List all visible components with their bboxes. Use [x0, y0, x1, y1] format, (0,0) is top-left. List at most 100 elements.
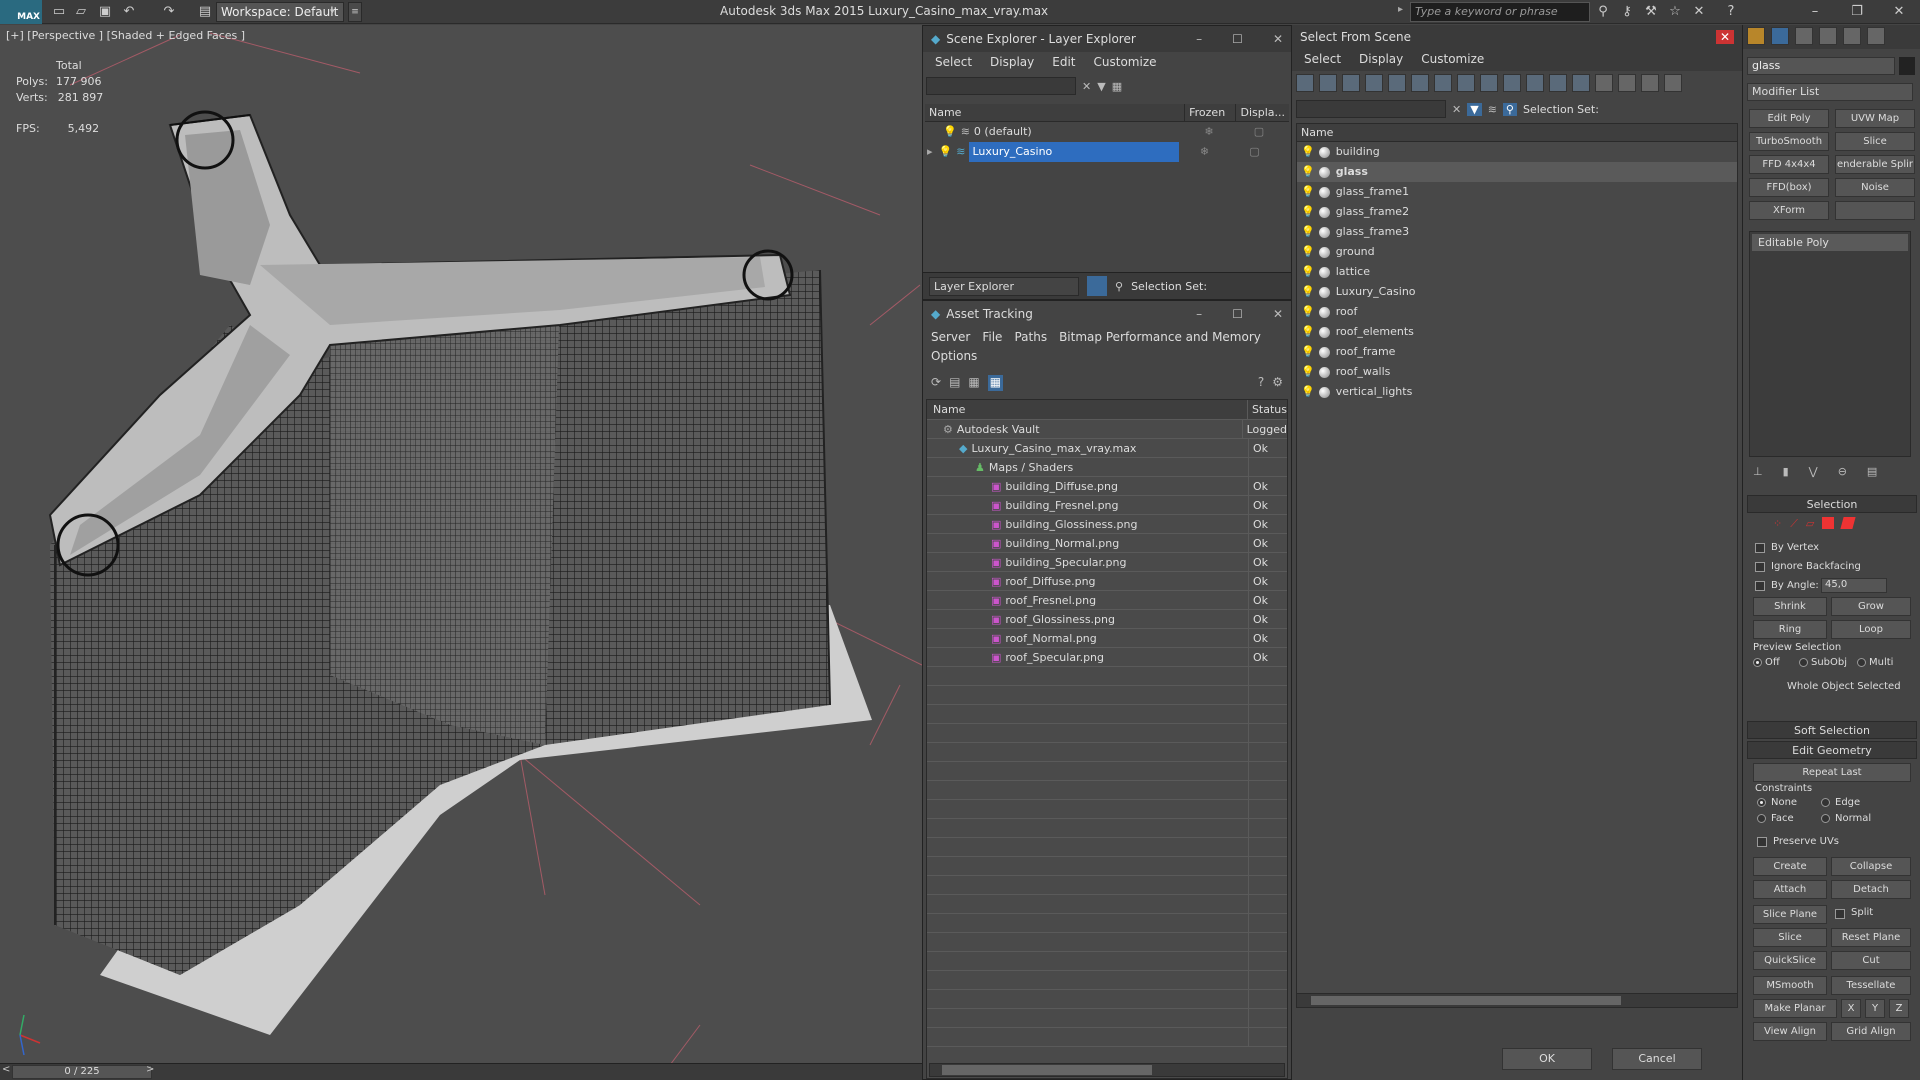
configure-sets-icon[interactable]: ▤ [1867, 465, 1877, 478]
search-input[interactable]: Type a keyword or phrase [1410, 2, 1590, 22]
menu-select[interactable]: Select [1304, 52, 1341, 68]
show-end-result-icon[interactable]: ▮ [1783, 465, 1789, 478]
display-helpers-icon[interactable] [1388, 74, 1406, 92]
hierarchy-icon[interactable]: ⚲ [1115, 280, 1123, 293]
motion-tab-icon[interactable] [1819, 27, 1837, 45]
asset-row[interactable]: ▣ building_Diffuse.png Ok [927, 477, 1287, 496]
menu-customize[interactable]: Customize [1094, 55, 1157, 71]
asset-row[interactable]: ▣ roof_Diffuse.png Ok [927, 572, 1287, 591]
make-unique-icon[interactable]: ⋁ [1809, 465, 1818, 478]
clear-search-icon[interactable]: ✕ [1452, 103, 1461, 116]
save-icon[interactable]: ▣ [96, 3, 114, 21]
border-icon[interactable]: ▱ [1806, 517, 1814, 531]
freeze-icon[interactable]: ❄ [1184, 122, 1234, 142]
modifier-set-button[interactable]: FFD(box) [1749, 178, 1829, 197]
object-row[interactable]: 💡 Luxury_Casino [1297, 282, 1737, 302]
app-logo-button[interactable]: MAX [0, 0, 42, 24]
quickslice-button[interactable]: QuickSlice [1753, 951, 1827, 970]
scene-explorer-search-input[interactable] [926, 77, 1076, 95]
subscription-icon[interactable]: ⚒ [1642, 3, 1660, 21]
explorer-type-dropdown[interactable]: Layer Explorer [929, 276, 1079, 296]
menu-select[interactable]: Select [935, 55, 972, 71]
column-header-name[interactable]: Name [927, 400, 1248, 419]
filter-icon[interactable]: ▼ [1097, 80, 1105, 93]
modify-tab-icon[interactable] [1771, 27, 1789, 45]
scene-explorer-titlebar[interactable]: ◆ Scene Explorer - Layer Explorer – ☐ ✕ [923, 26, 1291, 52]
display-xrefs-icon[interactable] [1457, 74, 1475, 92]
make-planar-button[interactable]: Make Planar [1753, 999, 1837, 1018]
by-angle-checkbox[interactable] [1755, 581, 1765, 591]
lightbulb-icon[interactable]: 💡 [939, 142, 953, 162]
object-row[interactable]: 💡 roof_frame [1297, 342, 1737, 362]
open-icon[interactable]: ▱ [72, 3, 90, 21]
reset-plane-button[interactable]: Reset Plane [1831, 928, 1911, 947]
maximize-icon[interactable]: ☐ [1232, 307, 1243, 321]
display-warps-icon[interactable] [1411, 74, 1429, 92]
menu-options[interactable]: Options [931, 349, 977, 371]
workspace-dropdown[interactable]: Workspace: Default [216, 2, 344, 22]
ring-button[interactable]: Ring [1753, 620, 1827, 639]
collapse-button[interactable]: Collapse [1831, 857, 1911, 876]
settings-icon[interactable]: ⚙ [1272, 375, 1283, 391]
display-lights-icon[interactable] [1342, 74, 1360, 92]
object-row[interactable]: 💡 vertical_lights [1297, 382, 1737, 402]
menu-edit[interactable]: Edit [1052, 55, 1075, 71]
asset-row[interactable]: ▣ building_Specular.png Ok [927, 553, 1287, 572]
asset-row[interactable]: ⚙ Autodesk Vault Logged [927, 420, 1287, 439]
project-icon[interactable]: ▤ [196, 3, 214, 21]
column-header-display[interactable]: Displa... [1236, 104, 1289, 121]
column-header-name[interactable]: Name [925, 104, 1186, 121]
close-button[interactable]: ✕ [1878, 0, 1920, 24]
menu-server[interactable]: Server [931, 330, 970, 346]
object-name-field[interactable]: glass [1747, 57, 1895, 75]
key-icon[interactable]: ⚷ [1618, 3, 1636, 21]
clear-search-icon[interactable]: ✕ [1082, 80, 1091, 93]
expand-arrow-icon[interactable]: ▸ [927, 142, 933, 162]
angle-spinner-input[interactable]: 45,0 [1821, 578, 1887, 593]
filter-toggle-icon[interactable]: ▼ [1467, 102, 1482, 116]
loop-button[interactable]: Loop [1831, 620, 1911, 639]
layer-row-selected[interactable]: ▸ 💡 ≋ Luxury_Casino ❄ ▢ [923, 142, 1291, 162]
table-view-icon[interactable]: ▦ [987, 375, 1004, 391]
modifier-set-button[interactable]: enderable Splir [1835, 155, 1915, 174]
menu-display[interactable]: Display [990, 55, 1034, 71]
object-row[interactable]: 💡 glass_frame1 [1297, 182, 1737, 202]
object-row[interactable]: 💡 roof_elements [1297, 322, 1737, 342]
grid-align-button[interactable]: Grid Align [1831, 1022, 1911, 1041]
modifier-set-button[interactable]: TurboSmooth [1749, 132, 1829, 151]
edit-geometry-rollout-title[interactable]: Edit Geometry [1747, 741, 1917, 759]
selection-rollout-title[interactable]: Selection [1747, 495, 1917, 513]
hierarchy-icon[interactable]: ⚲ [1502, 102, 1517, 116]
display-containers-icon[interactable] [1503, 74, 1521, 92]
remove-modifier-icon[interactable]: ⊖ [1838, 465, 1847, 478]
object-row[interactable]: 💡 ground [1297, 242, 1737, 262]
layer-add-icon[interactable]: ▦ [1112, 80, 1122, 93]
maximize-icon[interactable]: ☐ [1232, 32, 1243, 46]
object-row[interactable]: 💡 roof_walls [1297, 362, 1737, 382]
split-checkbox[interactable] [1835, 909, 1845, 919]
modifier-set-button[interactable] [1835, 201, 1915, 220]
layer-row[interactable]: 💡 ≋ 0 (default) ❄ ▢ [923, 122, 1291, 142]
binoculars-icon[interactable]: ⚲ [1594, 3, 1612, 21]
help-icon[interactable]: ? [1722, 3, 1740, 21]
display-cameras-icon[interactable] [1365, 74, 1383, 92]
display-shapes-icon[interactable] [1319, 74, 1337, 92]
make-planar-z-button[interactable]: Z [1889, 999, 1909, 1018]
close-icon[interactable]: ✕ [1716, 30, 1734, 44]
display-icon[interactable]: ▢ [1234, 122, 1284, 142]
modifier-set-button[interactable]: UVW Map [1835, 109, 1915, 128]
preserve-uvs-checkbox[interactable] [1757, 837, 1767, 847]
lightbulb-icon[interactable]: 💡 [1301, 225, 1315, 238]
modifier-set-button[interactable]: Slice [1835, 132, 1915, 151]
pin-stack-icon[interactable]: ⊥ [1753, 465, 1763, 478]
details-view-icon[interactable]: ▦ [968, 375, 979, 391]
layers-icon[interactable]: ≋ [1488, 103, 1497, 116]
ok-button[interactable]: OK [1502, 1048, 1592, 1070]
modifier-list-dropdown[interactable]: Modifier List [1747, 83, 1913, 101]
modifier-set-button[interactable]: FFD 4x4x4 [1749, 155, 1829, 174]
lightbulb-icon[interactable]: 💡 [1301, 245, 1315, 258]
select-all-icon[interactable] [1595, 74, 1613, 92]
freeze-icon[interactable]: ❄ [1179, 142, 1229, 162]
attach-button[interactable]: Attach [1753, 880, 1827, 899]
detach-button[interactable]: Detach [1831, 880, 1911, 899]
